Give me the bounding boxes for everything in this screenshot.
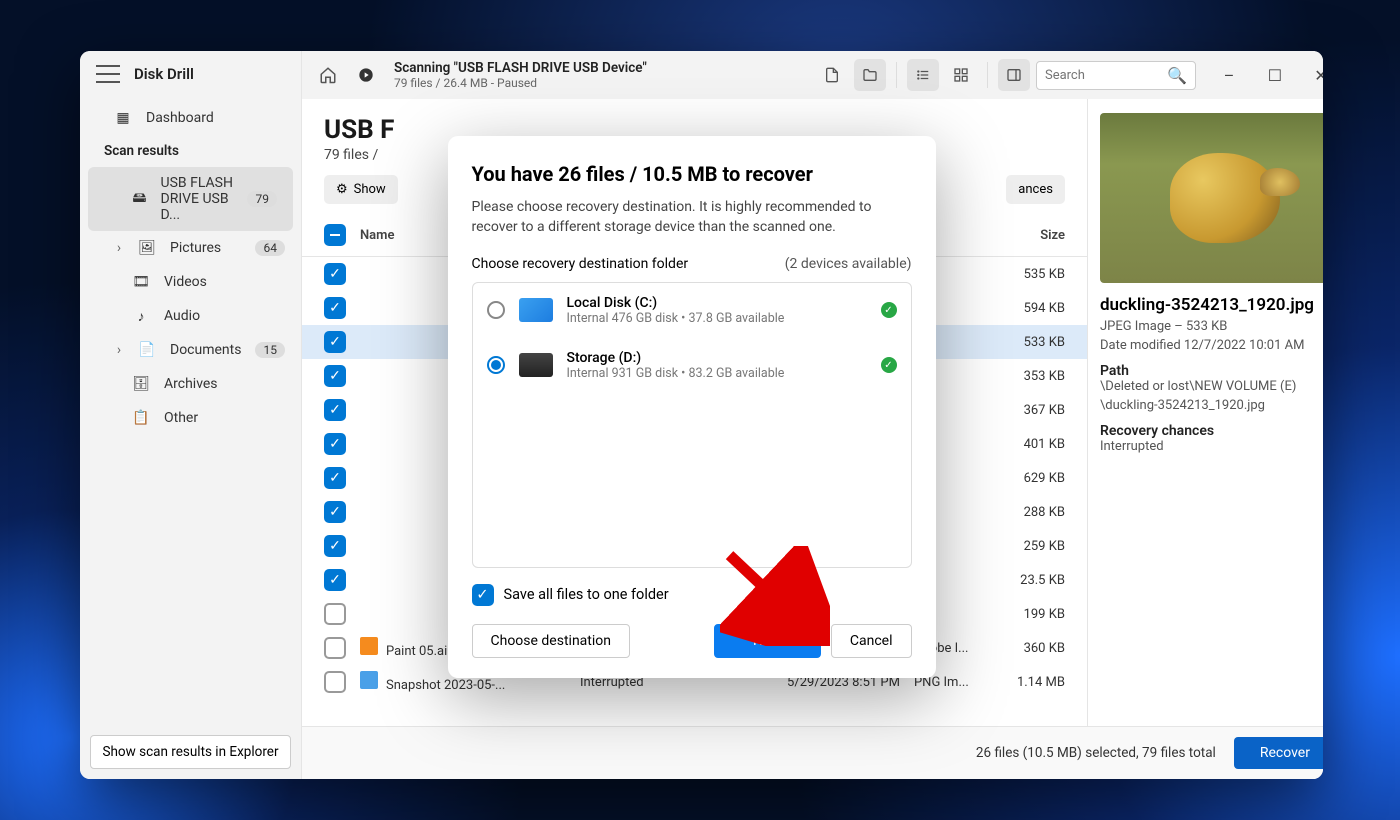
modal-description: Please choose recovery destination. It i… <box>472 198 912 237</box>
modal-title: You have 26 files / 10.5 MB to recover <box>472 162 912 186</box>
drive-icon <box>519 353 553 377</box>
choose-destination-button[interactable]: Choose destination <box>472 624 631 658</box>
modal-backdrop: You have 26 files / 10.5 MB to recover P… <box>80 51 1323 779</box>
check-ok-icon: ✓ <box>881 357 897 373</box>
destination-name: Storage (D:) <box>567 350 867 366</box>
destination-sub: Internal 476 GB disk • 37.8 GB available <box>567 311 867 326</box>
check-ok-icon: ✓ <box>881 302 897 318</box>
destination-item[interactable]: Storage (D:)Internal 931 GB disk • 83.2 … <box>473 338 911 393</box>
destination-radio[interactable] <box>487 301 505 319</box>
destination-list: Local Disk (C:)Internal 476 GB disk • 37… <box>472 282 912 568</box>
next-button[interactable]: Next <box>714 624 821 658</box>
destination-item[interactable]: Local Disk (C:)Internal 476 GB disk • 37… <box>473 283 911 338</box>
devices-available-label: (2 devices available) <box>785 256 912 272</box>
choose-destination-label: Choose recovery destination folder <box>472 256 689 272</box>
save-all-checkbox[interactable]: ✓ <box>472 584 494 606</box>
destination-radio[interactable] <box>487 356 505 374</box>
destination-sub: Internal 931 GB disk • 83.2 GB available <box>567 366 867 381</box>
destination-name: Local Disk (C:) <box>567 295 867 311</box>
cancel-button[interactable]: Cancel <box>831 624 912 658</box>
save-all-label: Save all files to one folder <box>504 586 669 603</box>
drive-icon <box>519 298 553 322</box>
app-window: Disk Drill ▦ Dashboard Scan results 🖴USB… <box>80 51 1323 779</box>
recovery-destination-modal: You have 26 files / 10.5 MB to recover P… <box>448 136 936 677</box>
